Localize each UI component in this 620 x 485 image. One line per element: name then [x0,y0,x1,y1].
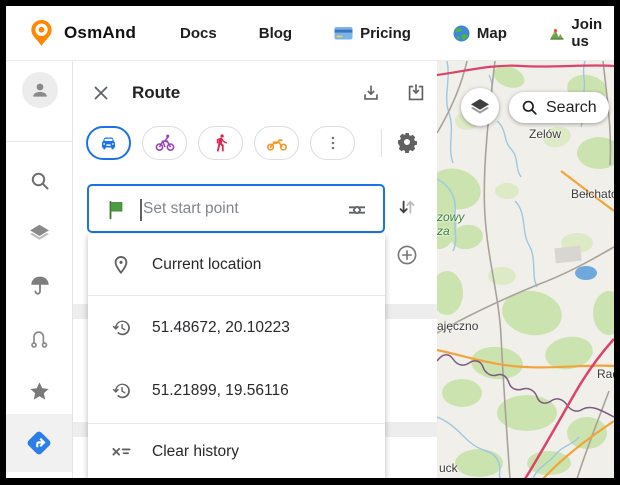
nav-item-blog[interactable]: Blog [259,25,292,42]
map-label-nature-area: za [437,224,450,238]
credit-card-icon [334,26,353,41]
avatar [22,72,58,108]
mode-motorcycle-button[interactable] [254,126,299,160]
map-tiles [437,61,614,478]
divider [381,129,382,157]
sidebar-item-search[interactable] [6,159,73,203]
swap-points-icon[interactable] [396,197,418,219]
mode-pedestrian-button[interactable] [198,126,243,160]
content-area: Route [6,60,614,478]
sidebar-item-weather[interactable] [6,263,73,307]
clear-list-icon [110,441,132,463]
nav-items: Docs Blog Pricing [180,16,614,50]
car-icon [98,133,119,154]
app-window: OsmAnd Docs Blog Pricing [6,6,614,478]
transport-mode-group [86,126,355,160]
dropdown-item-history-2[interactable]: 51.21899, 19.56116 [88,359,385,423]
star-icon [27,379,52,404]
mode-more-options-button[interactable] [310,126,355,160]
route-panel: Route [73,61,437,478]
dropdown-item-current-location[interactable]: Current location [88,234,385,295]
brand-name: OsmAnd [64,23,136,43]
route-settings-gear-icon[interactable] [395,130,419,154]
map-layers-icon [468,95,492,119]
search-icon [520,98,539,117]
mountain-biker-icon [549,25,564,42]
import-file-icon[interactable] [405,82,427,104]
more-vertical-icon [323,133,343,153]
sidebar-divider [6,141,73,142]
location-pin-icon [110,254,132,276]
dropdown-item-label: 51.48672, 20.10223 [152,319,290,337]
sidebar-item-account[interactable] [6,68,73,112]
close-icon[interactable] [90,82,112,104]
pedestrian-icon [211,133,231,153]
download-icon[interactable] [360,82,382,104]
motorcycle-icon [266,132,288,154]
dropdown-item-history-1[interactable]: 51.48672, 20.10223 [88,296,385,359]
sidebar-item-navigation[interactable] [6,414,72,472]
map-label-town: ajęczno [437,319,478,333]
start-point-input[interactable] [143,186,353,231]
start-point-dropdown: Current location 51.48672, 20.10223 [88,234,385,478]
dropdown-item-label: Current location [152,256,261,274]
nav-item-map[interactable]: Map [453,25,507,42]
history-clock-icon [110,317,132,339]
map-search-label: Search [546,99,597,117]
dropdown-item-clear-history[interactable]: Clear history [88,424,385,478]
add-point-icon[interactable] [395,243,419,267]
search-icon [28,169,52,193]
dropdown-item-label: Clear history [152,443,239,461]
map-label-nature-area: zowy [437,210,464,224]
start-point-field[interactable] [87,184,385,233]
map-layers-button[interactable] [461,88,499,126]
map-label-town: Rad [597,367,614,381]
globe-icon [453,25,470,42]
navigation-icon [25,429,53,457]
map-label-town: Bełcható [571,187,614,201]
nav-item-join-us[interactable]: Join us [549,16,614,50]
umbrella-icon [28,273,52,297]
route-options-icon[interactable] [345,198,369,222]
map-label-town: Zelów [529,127,561,141]
sidebar-item-favorites[interactable] [6,369,73,413]
sidebar-item-layers[interactable] [6,211,73,255]
track-route-icon [28,327,52,351]
layers-icon [27,221,52,246]
history-clock-icon [110,380,132,402]
bicycle-icon [154,132,176,154]
osmand-logo-icon [28,18,55,48]
nav-item-docs[interactable]: Docs [180,25,217,42]
screenshot-frame: OsmAnd Docs Blog Pricing [0,0,620,485]
top-navbar: OsmAnd Docs Blog Pricing [6,6,614,60]
mode-bicycle-button[interactable] [142,126,187,160]
map-search-button[interactable]: Search [509,92,609,123]
start-flag-icon [105,199,127,226]
dropdown-item-label: 51.21899, 19.56116 [152,382,289,400]
person-icon [28,78,52,102]
map-view[interactable]: zowy za Zelów Bełcható ajęczno Rad uck [437,61,614,478]
panel-title: Route [132,83,180,103]
mode-car-button[interactable] [86,126,131,160]
left-sidebar [6,61,73,478]
map-label-town: uck [439,461,458,475]
nav-item-pricing[interactable]: Pricing [334,25,411,42]
sidebar-item-tracks[interactable] [6,317,73,361]
text-caret [140,199,142,221]
brand[interactable]: OsmAnd [28,18,136,48]
